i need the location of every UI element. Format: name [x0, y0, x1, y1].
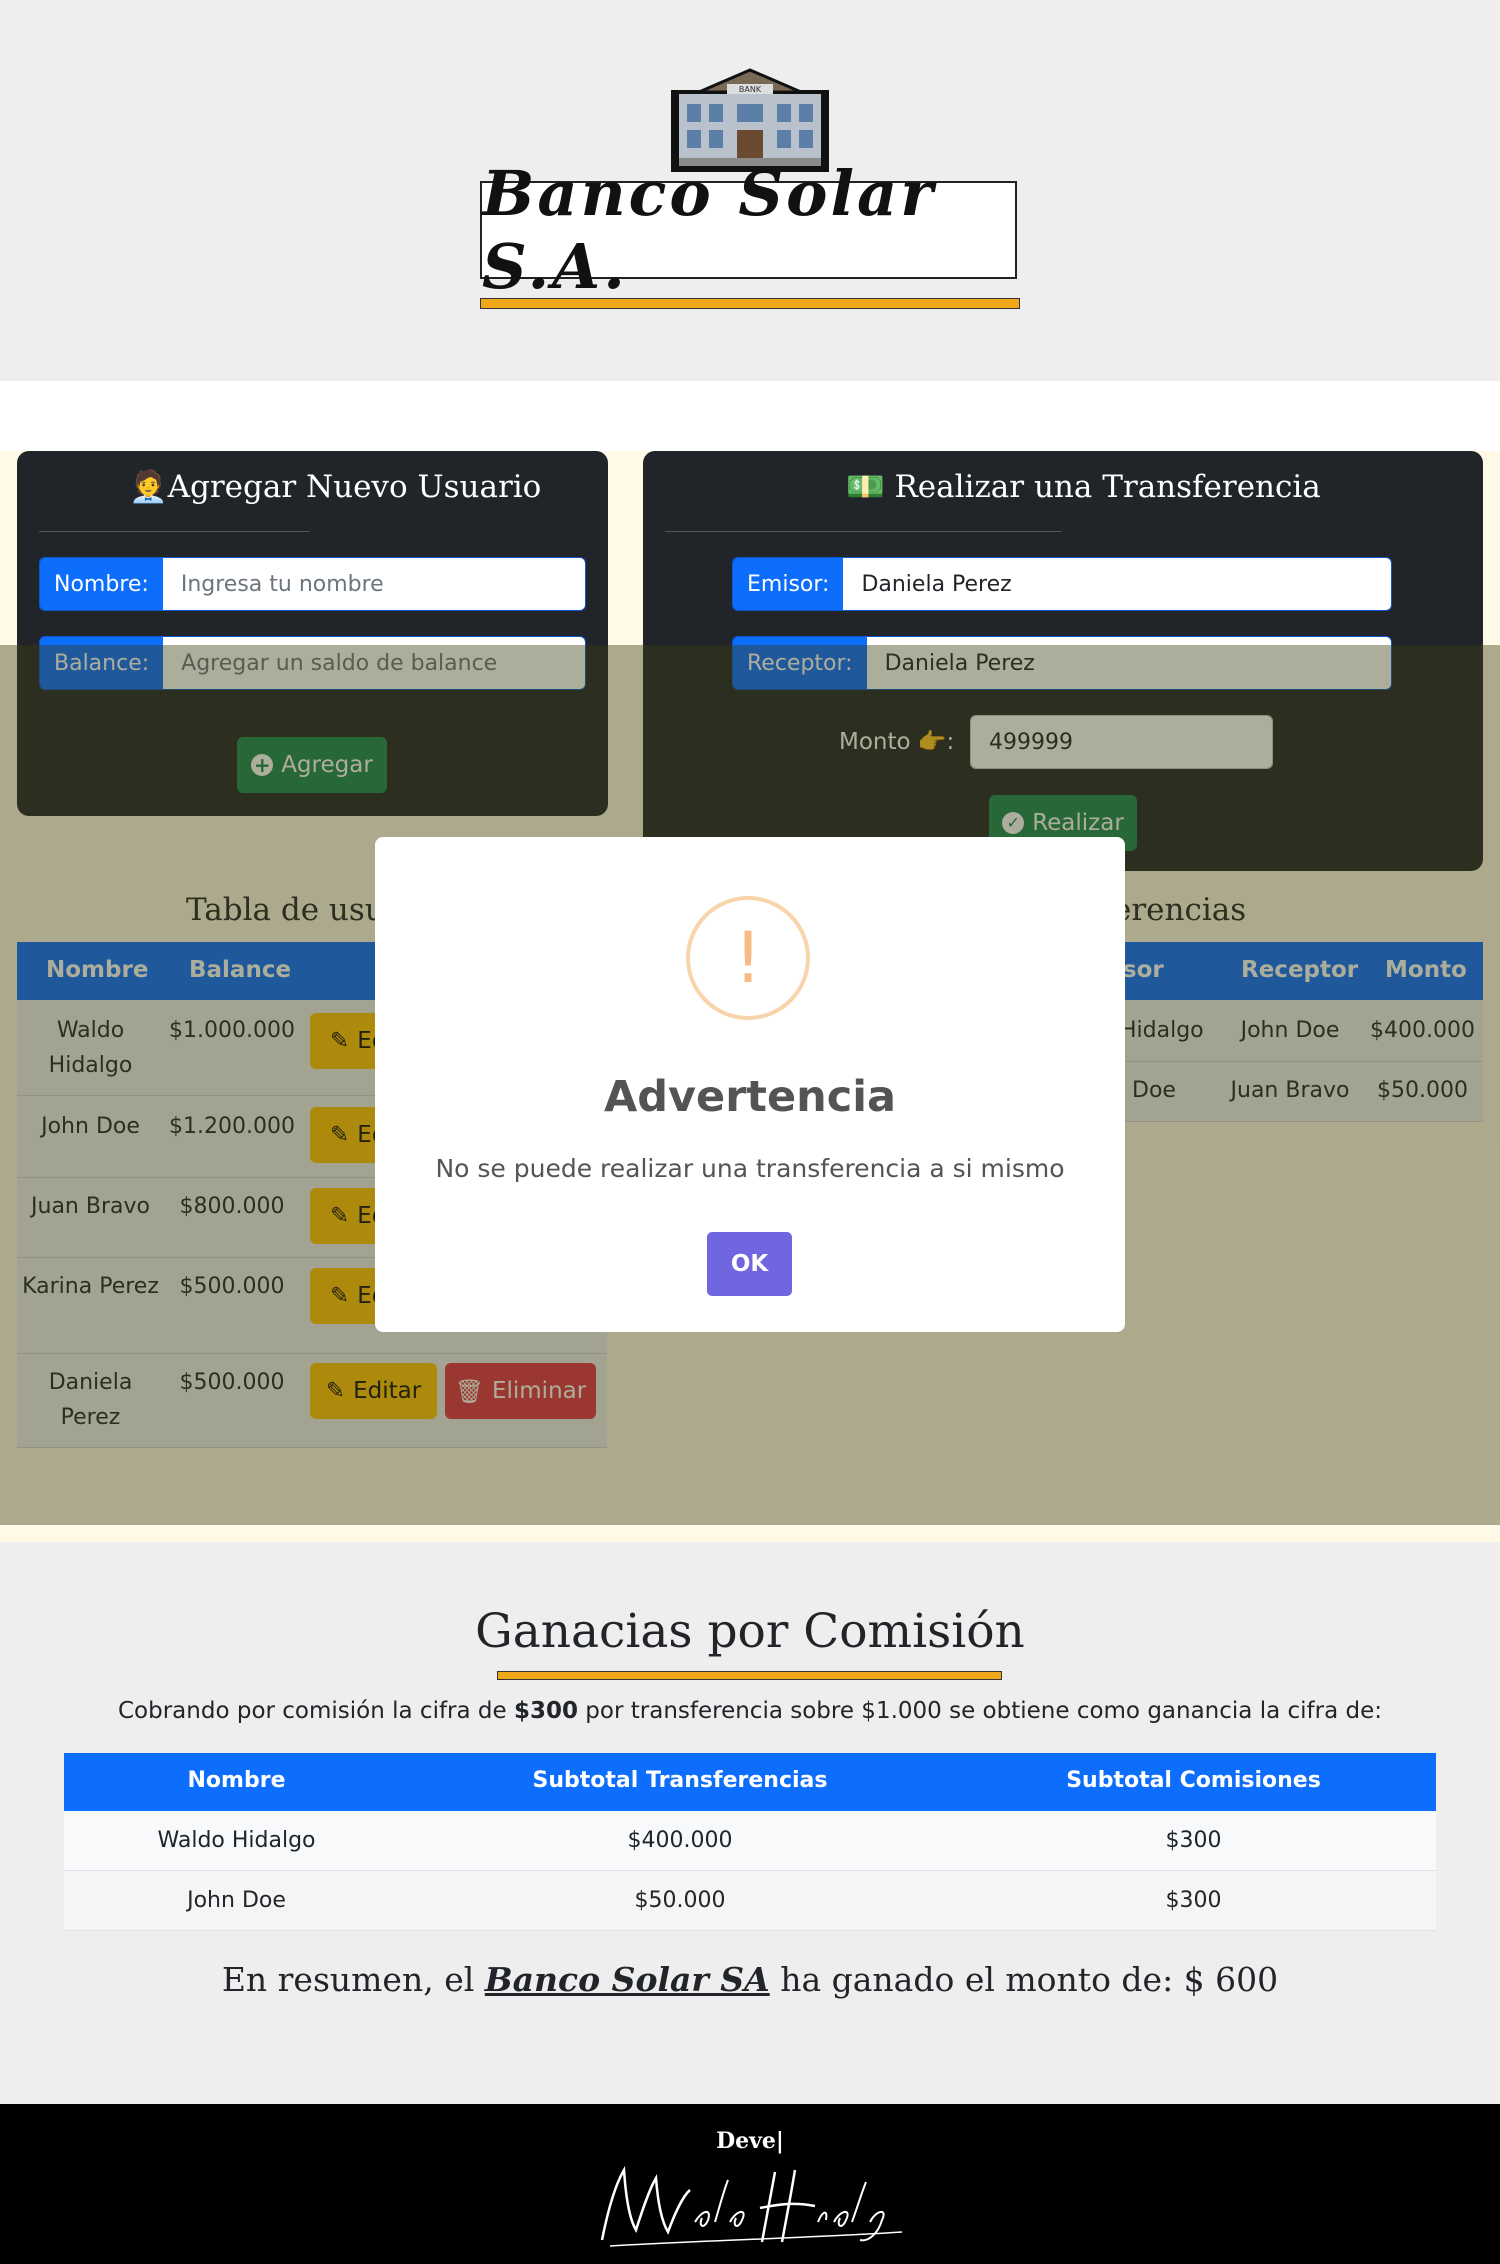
page-title: Banco Solar S.A.	[480, 157, 1017, 303]
divider	[665, 531, 1062, 532]
svg-text:BANK: BANK	[739, 85, 762, 94]
table-row: Waldo Hidalgo $400.000 $300	[64, 1811, 1436, 1871]
ok-button[interactable]: OK	[707, 1232, 792, 1296]
earnings-subtotal: $50.000	[634, 1888, 726, 1913]
emisor-select-group: Emisor: Daniela Perez	[732, 557, 1392, 611]
emisor-label: Emisor:	[733, 558, 844, 610]
add-user-title: 🧑‍💼Agregar Nuevo Usuario	[129, 469, 542, 505]
alert-title: Advertencia	[603, 1072, 897, 1122]
desc-suffix: por transferencia sobre $1.000 se obtien…	[578, 1698, 1382, 1724]
summary-brand-link[interactable]: Banco Solar SA	[485, 1960, 770, 1999]
alert-message: No se puede realizar una transferencia a…	[435, 1154, 1065, 1183]
name-input[interactable]: Ingresa tu nombre	[162, 558, 585, 610]
spacer	[0, 381, 1500, 451]
earnings-description: Cobrando por comisión la cifra de $300 p…	[0, 1698, 1500, 1724]
transfer-title: 💵 Realizar una Transferencia	[846, 469, 1321, 505]
earnings-table-header: Nombre Subtotal Transferencias Subtotal …	[64, 1753, 1436, 1811]
earnings-title: Ganacias por Comisión	[475, 1604, 1025, 1659]
name-input-group: Nombre: Ingresa tu nombre	[39, 557, 586, 611]
desc-prefix: Cobrando por comisión la cifra de	[118, 1698, 514, 1724]
earnings-summary: En resumen, el Banco Solar SA ha ganado …	[0, 1960, 1500, 1999]
summary-prefix: En resumen, el	[221, 1960, 485, 1999]
earnings-commission: $300	[1165, 1888, 1222, 1913]
footer-label: Deve|	[716, 2128, 784, 2154]
earnings-subtotal: $400.000	[627, 1828, 733, 1853]
earnings-name: John Doe	[187, 1888, 286, 1913]
title-underline	[480, 298, 1020, 309]
earnings-name: Waldo Hidalgo	[157, 1828, 316, 1853]
emisor-select[interactable]: Daniela Perez	[843, 558, 1391, 610]
table-row: John Doe $50.000 $300	[64, 1871, 1436, 1931]
earnings-commission: $300	[1165, 1828, 1222, 1853]
signature-logo	[600, 2165, 903, 2247]
earnings-underline	[497, 1671, 1002, 1680]
column-header-nombre: Nombre	[187, 1768, 286, 1793]
divider	[39, 531, 310, 532]
column-header-subtotal-comisiones: Subtotal Comisiones	[1066, 1768, 1321, 1793]
desc-commission: $300	[513, 1698, 578, 1724]
summary-suffix: ha ganado el monto de: $ 600	[769, 1960, 1279, 1999]
name-label: Nombre:	[40, 558, 163, 610]
warning-icon: !	[686, 896, 810, 1020]
column-header-subtotal-transferencias: Subtotal Transferencias	[532, 1768, 828, 1793]
